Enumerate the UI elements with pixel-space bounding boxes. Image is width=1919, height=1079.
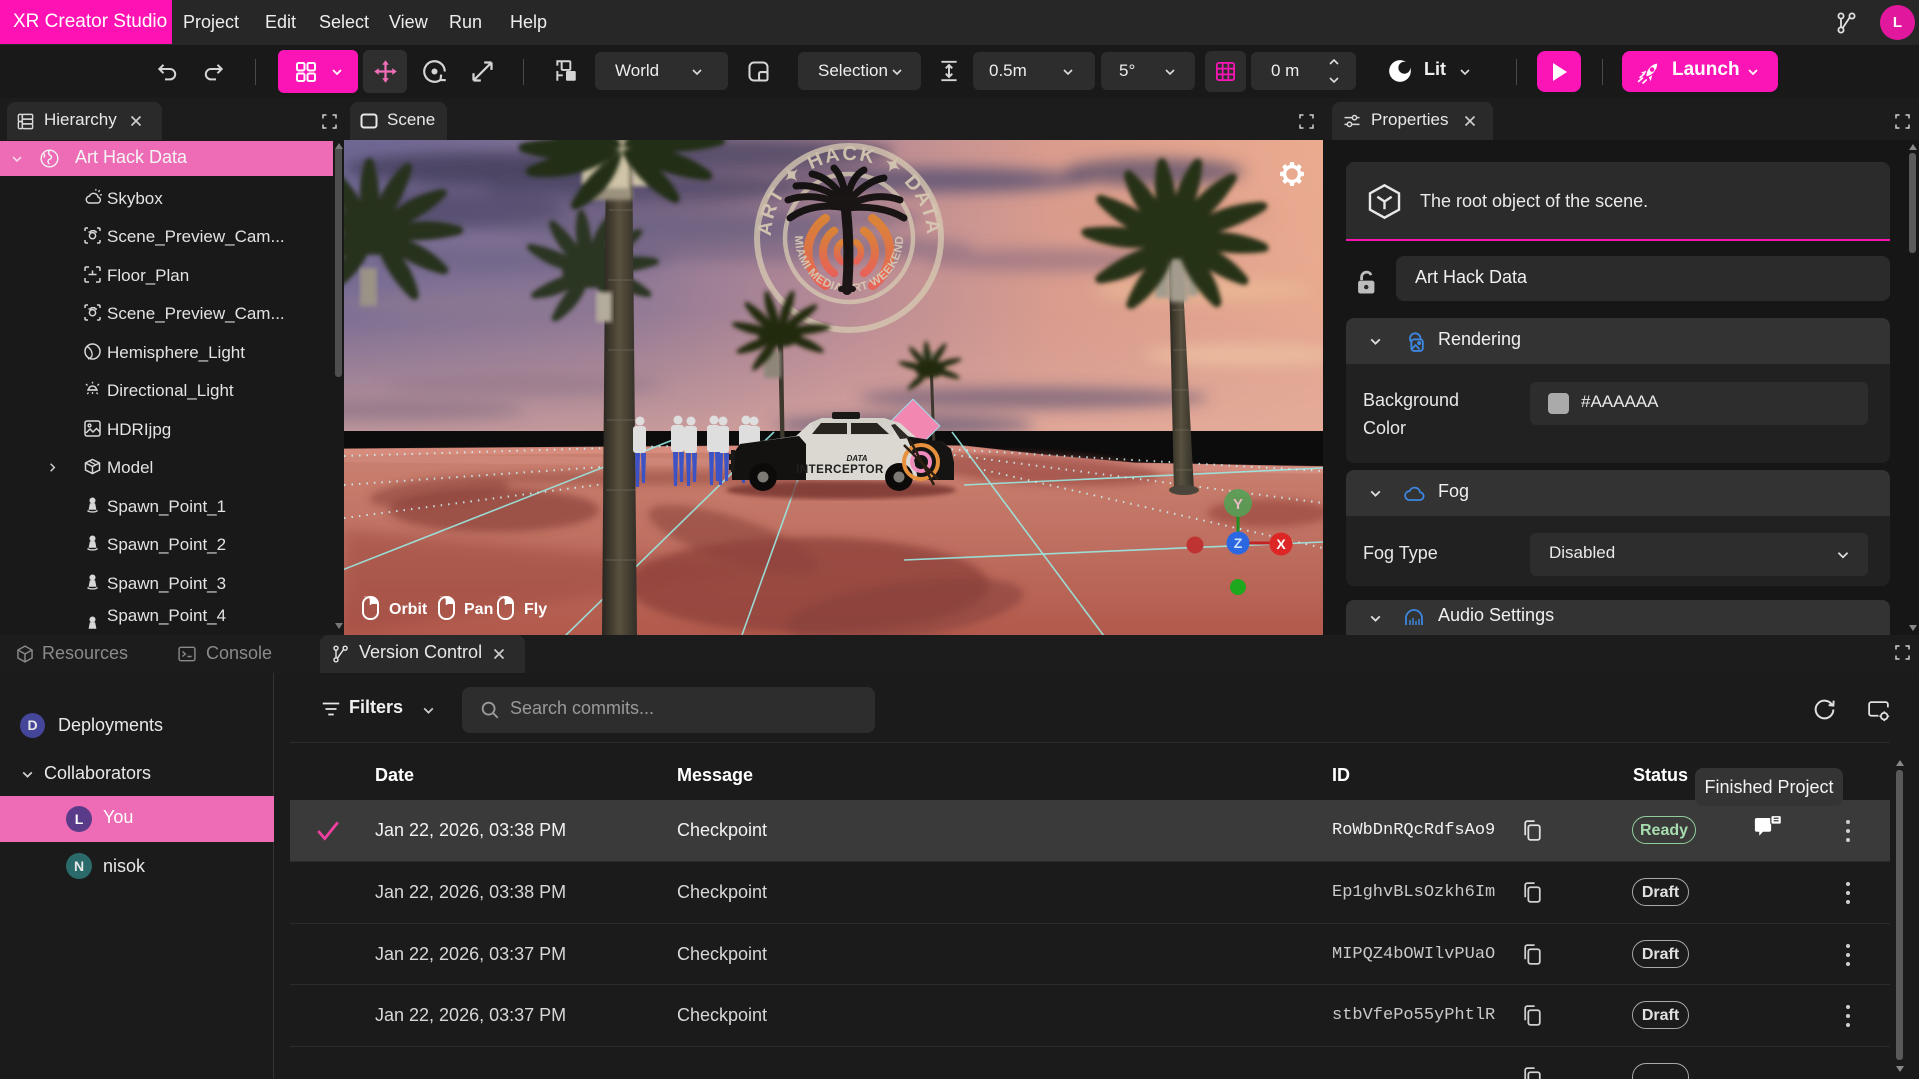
svg-text:Z: Z bbox=[1234, 535, 1243, 551]
svg-text:X: X bbox=[1276, 536, 1286, 552]
svg-text:Fly: Fly bbox=[524, 601, 547, 618]
svg-text:Orbit: Orbit bbox=[389, 601, 428, 618]
svg-text:DATA: DATA bbox=[846, 454, 867, 463]
svg-text:Pan: Pan bbox=[464, 601, 493, 618]
svg-text:Y: Y bbox=[1233, 496, 1243, 513]
svg-text:INTERCEPTOR: INTERCEPTOR bbox=[796, 464, 884, 476]
